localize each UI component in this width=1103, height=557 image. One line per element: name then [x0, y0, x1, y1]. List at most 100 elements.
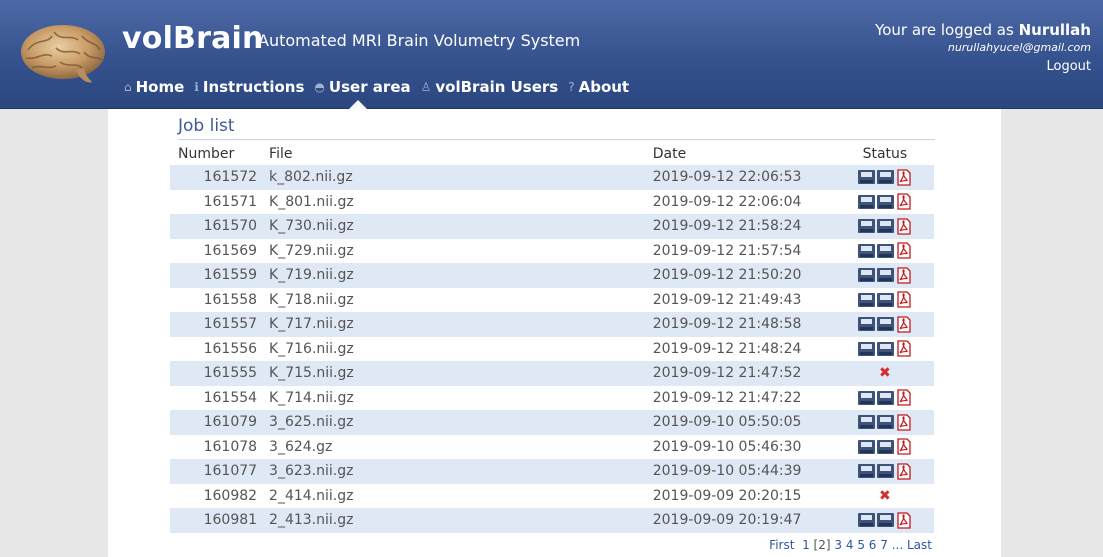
- pdf-icon[interactable]: [896, 267, 912, 284]
- cell-date: 2019-09-12 22:06:04: [652, 189, 836, 214]
- cell-date: 2019-09-12 21:57:54: [652, 238, 836, 263]
- save-mri-icon[interactable]: [857, 219, 875, 234]
- cell-file: K_717.nii.gz: [269, 312, 653, 337]
- save-mri-icon[interactable]: [857, 194, 875, 209]
- pdf-icon[interactable]: [896, 316, 912, 333]
- page-first-link[interactable]: First: [769, 538, 794, 552]
- cell-number: 161555: [170, 361, 270, 386]
- save-nat-icon[interactable]: [876, 390, 894, 405]
- cell-date: 2019-09-12 21:49:43: [652, 287, 836, 312]
- cell-file: 3_624.gz: [269, 434, 653, 459]
- save-nat-icon[interactable]: [876, 268, 894, 283]
- cell-status: [835, 312, 934, 337]
- save-nat-icon[interactable]: [876, 513, 894, 528]
- pdf-icon[interactable]: [896, 512, 912, 529]
- logout-link[interactable]: Logout: [875, 58, 1091, 76]
- pdf-icon[interactable]: [896, 389, 912, 406]
- column-header-file: File: [269, 146, 293, 162]
- cell-date: 2019-09-10 05:50:05: [652, 410, 836, 435]
- pdf-icon[interactable]: [896, 438, 912, 455]
- cell-number: 161556: [170, 336, 270, 361]
- pdf-icon[interactable]: [896, 414, 912, 431]
- cell-status: [835, 189, 934, 214]
- cell-number: 161558: [170, 287, 270, 312]
- save-nat-icon[interactable]: [876, 170, 894, 185]
- nav-about[interactable]: ? About: [568, 78, 629, 96]
- page-current-2: [2]: [813, 538, 831, 552]
- pagination: First 1 [2] 3 4 5 6 7 ... Last: [769, 538, 932, 552]
- home-icon: ⌂: [124, 80, 132, 94]
- page-link-7[interactable]: 7: [880, 538, 888, 552]
- page-link-6[interactable]: 6: [869, 538, 877, 552]
- main-nav: ⌂ Home ℹ Instructions ◓ User area ♙ volB…: [124, 76, 639, 98]
- save-mri-icon[interactable]: [857, 439, 875, 454]
- table-row: 161554 K_714.nii.gz 2019-09-12 21:47:22: [170, 385, 934, 410]
- cell-status: ✖: [835, 361, 934, 386]
- header: volBrain Automated MRI Brain Volumetry S…: [0, 0, 1103, 109]
- pdf-icon[interactable]: [896, 169, 912, 186]
- save-nat-icon[interactable]: [876, 292, 894, 307]
- cell-date: 2019-09-12 21:48:24: [652, 336, 836, 361]
- save-nat-icon[interactable]: [876, 415, 894, 430]
- cell-file: K_718.nii.gz: [269, 287, 653, 312]
- save-mri-icon[interactable]: [857, 464, 875, 479]
- save-mri-icon[interactable]: [857, 243, 875, 258]
- nav-instructions-label: Instructions: [202, 78, 305, 96]
- logged-in-line: Your are logged as Nurullah: [875, 20, 1091, 40]
- page-link-4[interactable]: 4: [846, 538, 854, 552]
- page-last-link[interactable]: Last: [907, 538, 932, 552]
- save-nat-icon[interactable]: [876, 194, 894, 209]
- save-nat-icon[interactable]: [876, 341, 894, 356]
- save-mri-icon[interactable]: [857, 513, 875, 528]
- nav-home[interactable]: ⌂ Home: [124, 78, 184, 96]
- page-link-5[interactable]: 5: [857, 538, 865, 552]
- save-mri-icon[interactable]: [857, 170, 875, 185]
- save-mri-icon[interactable]: [857, 268, 875, 283]
- save-nat-icon[interactable]: [876, 219, 894, 234]
- cell-number: 161078: [170, 434, 270, 459]
- table-row: 161571 K_801.nii.gz 2019-09-12 22:06:04: [170, 189, 934, 214]
- cell-date: 2019-09-09 20:20:15: [652, 483, 836, 508]
- app-title[interactable]: volBrain: [122, 20, 264, 58]
- user-info: Your are logged as Nurullah nurullahyuce…: [875, 20, 1091, 76]
- nav-instructions[interactable]: ℹ Instructions: [194, 78, 304, 96]
- brain-logo-icon[interactable]: [18, 22, 110, 88]
- table-row: 161556 K_716.nii.gz 2019-09-12 21:48:24: [170, 336, 934, 361]
- pdf-icon[interactable]: [896, 291, 912, 308]
- user-name: Nurullah: [1018, 21, 1091, 39]
- cell-date: 2019-09-10 05:46:30: [652, 434, 836, 459]
- nav-home-label: Home: [135, 78, 185, 96]
- save-nat-icon[interactable]: [876, 464, 894, 479]
- save-nat-icon[interactable]: [876, 243, 894, 258]
- pdf-icon[interactable]: [896, 193, 912, 210]
- nav-about-label: About: [578, 78, 630, 96]
- column-header-status: Status: [862, 146, 908, 162]
- cell-number: 161570: [170, 214, 270, 239]
- save-nat-icon[interactable]: [876, 439, 894, 454]
- nav-user-area[interactable]: ◓ User area: [314, 78, 410, 96]
- nav-volbrain-users[interactable]: ♙ volBrain Users: [421, 78, 559, 96]
- save-mri-icon[interactable]: [857, 317, 875, 332]
- page-link-3[interactable]: 3: [834, 538, 842, 552]
- pdf-icon[interactable]: [896, 463, 912, 480]
- pdf-icon[interactable]: [896, 340, 912, 357]
- main-content: Job list Number File Date Status 161572 k…: [108, 109, 1001, 557]
- save-nat-icon[interactable]: [876, 317, 894, 332]
- users-icon: ♙: [420, 80, 432, 94]
- column-header-number: Number: [178, 146, 235, 162]
- page-link-1[interactable]: 1: [802, 538, 810, 552]
- table-row: 160982 2_414.nii.gz 2019-09-09 20:20:15 ✖: [170, 483, 934, 508]
- save-mri-icon[interactable]: [857, 390, 875, 405]
- cell-file: K_716.nii.gz: [269, 336, 653, 361]
- cell-status: [835, 214, 934, 239]
- pdf-icon[interactable]: [896, 218, 912, 235]
- table-row: 160981 2_413.nii.gz 2019-09-09 20:19:47: [170, 508, 934, 533]
- pdf-icon[interactable]: [896, 242, 912, 259]
- table-row: 161572 k_802.nii.gz 2019-09-12 22:06:53: [170, 165, 934, 190]
- cell-status: [835, 336, 934, 361]
- cell-date: 2019-09-12 21:47:22: [652, 385, 836, 410]
- save-mri-icon[interactable]: [857, 415, 875, 430]
- save-mri-icon[interactable]: [857, 341, 875, 356]
- save-mri-icon[interactable]: [857, 292, 875, 307]
- error-x-icon: ✖: [879, 365, 891, 382]
